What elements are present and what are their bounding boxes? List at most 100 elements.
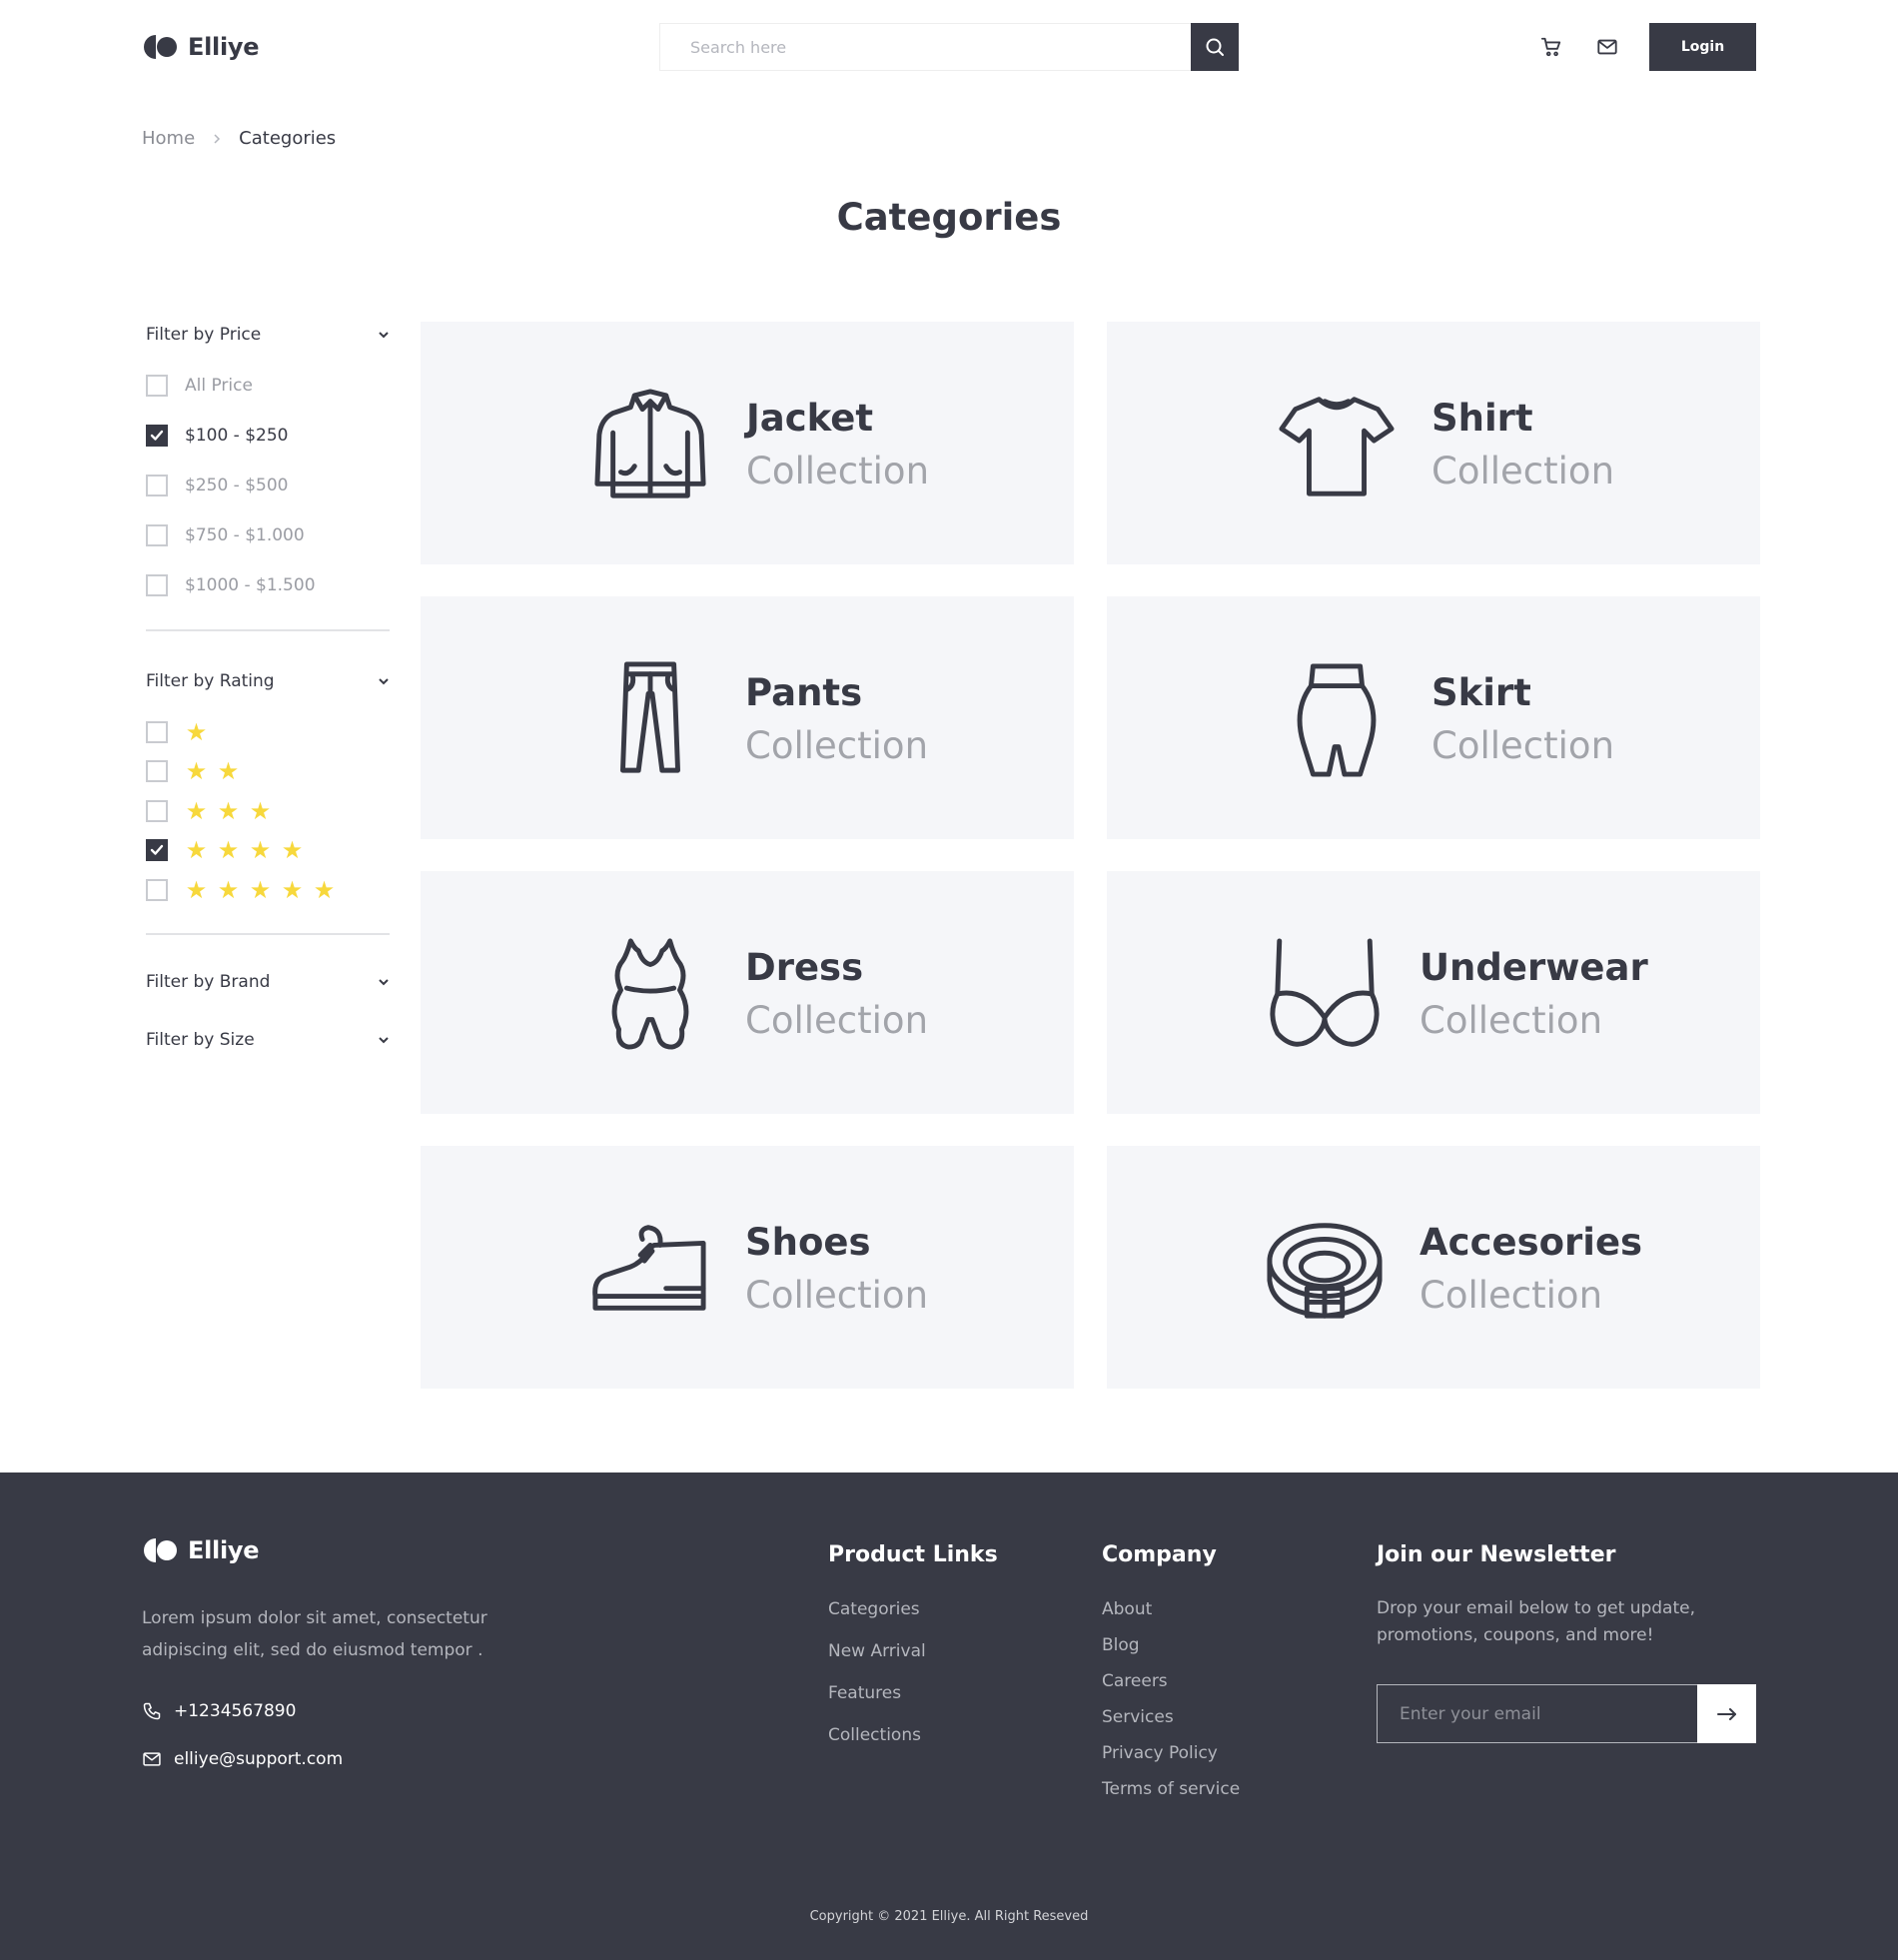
category-card-underwear[interactable]: Underwear Collection <box>1107 871 1760 1114</box>
check-icon <box>150 845 164 855</box>
star-icon: ★ <box>313 875 336 904</box>
checkbox[interactable] <box>146 524 168 546</box>
star-icon: ★ <box>185 836 208 865</box>
breadcrumb-home[interactable]: Home <box>142 128 195 149</box>
brand-name: Elliye <box>188 33 260 61</box>
category-text: Accesories Collection <box>1420 1218 1642 1324</box>
star-rating: ★ <box>185 720 208 744</box>
search-button[interactable] <box>1191 23 1239 71</box>
login-button[interactable]: Login <box>1649 23 1756 71</box>
footer-phone[interactable]: +1234567890 <box>142 1701 296 1721</box>
checkbox-checked[interactable] <box>146 839 168 862</box>
checkbox[interactable] <box>146 375 168 397</box>
category-name: Dress <box>745 946 864 989</box>
category-name: Accesories <box>1420 1221 1643 1264</box>
copyright: Copyright © 2021 Elliye. All Right Resev… <box>809 1909 1089 1924</box>
filter-brand-toggle[interactable]: Filter by Brand <box>146 965 390 999</box>
filter-price-toggle[interactable]: Filter by Price <box>146 318 390 352</box>
filter-size-toggle[interactable]: Filter by Size <box>146 1023 390 1057</box>
footer-link[interactable]: Blog <box>1102 1635 1240 1655</box>
category-card-dress[interactable]: Dress Collection <box>421 871 1074 1114</box>
search-input[interactable] <box>660 24 1191 70</box>
star-icon: ★ <box>249 875 272 904</box>
checkbox-checked[interactable] <box>146 425 168 447</box>
star-rating: ★ ★ ★ ★ ★ <box>185 878 336 902</box>
cart-button[interactable] <box>1539 35 1563 59</box>
newsletter-email-input[interactable] <box>1378 1685 1697 1742</box>
belt-icon <box>1265 1209 1385 1329</box>
newsletter-submit-button[interactable] <box>1697 1684 1756 1743</box>
category-sub: Collection <box>745 724 929 767</box>
footer-link[interactable]: About <box>1102 1599 1240 1619</box>
category-sub: Collection <box>746 450 930 492</box>
rating-option[interactable]: ★ <box>146 712 390 752</box>
category-text: Jacket Collection <box>746 394 929 499</box>
star-icon: ★ <box>185 757 208 786</box>
category-name: Pants <box>745 671 863 714</box>
category-card-accesories[interactable]: Accesories Collection <box>1107 1146 1760 1389</box>
category-name: Shoes <box>745 1221 871 1264</box>
footer: Elliye Lorem ipsum dolor sit amet, conse… <box>0 1472 1898 1960</box>
checkbox[interactable] <box>146 760 168 783</box>
category-card-pants[interactable]: Pants Collection <box>421 596 1074 839</box>
rating-option[interactable]: ★ ★ <box>146 752 390 792</box>
checkbox[interactable] <box>146 475 168 496</box>
price-option[interactable]: All Price <box>146 361 390 411</box>
checkbox[interactable] <box>146 574 168 596</box>
mail-button[interactable] <box>1595 35 1619 59</box>
product-links-list: Categories New Arrival Features Collections <box>828 1599 998 1745</box>
price-option[interactable]: $1000 - $1.500 <box>146 560 390 610</box>
phone-icon <box>143 1702 161 1720</box>
footer-email[interactable]: elliye@support.com <box>142 1749 343 1769</box>
footer-brand-logo[interactable]: Elliye <box>142 1536 260 1564</box>
checkbox[interactable] <box>146 720 168 743</box>
category-card-shoes[interactable]: Shoes Collection <box>421 1146 1074 1389</box>
company-title: Company <box>1102 1542 1217 1567</box>
checkbox[interactable] <box>146 878 168 901</box>
category-sub: Collection <box>1420 1274 1603 1317</box>
rating-option[interactable]: ★ ★ ★ <box>146 791 390 831</box>
category-name: Skirt <box>1431 671 1531 714</box>
mail-icon <box>143 1752 161 1766</box>
price-option[interactable]: $100 - $250 <box>146 411 390 461</box>
logo-icon <box>144 1538 177 1562</box>
rating-option[interactable]: ★ ★ ★ ★ <box>146 831 390 871</box>
footer-link[interactable]: Services <box>1102 1707 1240 1727</box>
category-sub: Collection <box>1431 724 1615 767</box>
footer-link[interactable]: Categories <box>828 1599 998 1619</box>
footer-link[interactable]: Features <box>828 1683 998 1703</box>
star-rating: ★ ★ <box>185 759 240 783</box>
newsletter-form <box>1377 1684 1756 1743</box>
brand-name: Elliye <box>188 1536 260 1564</box>
footer-link[interactable]: New Arrival <box>828 1641 998 1661</box>
category-name: Jacket <box>746 397 874 440</box>
footer-link[interactable]: Privacy Policy <box>1102 1743 1240 1763</box>
checkbox[interactable] <box>146 799 168 822</box>
chevron-right-icon <box>213 133 221 145</box>
pants-icon <box>590 659 710 779</box>
price-option[interactable]: $750 - $1.000 <box>146 510 390 560</box>
category-card-skirt[interactable]: Skirt Collection <box>1107 596 1760 839</box>
logo-icon <box>144 35 177 59</box>
brand-logo[interactable]: Elliye <box>142 32 260 62</box>
chevron-down-icon <box>379 332 389 339</box>
category-sub: Collection <box>1420 999 1603 1042</box>
rating-option[interactable]: ★ ★ ★ ★ ★ <box>146 870 390 910</box>
filter-rating-toggle[interactable]: Filter by Rating <box>146 664 390 698</box>
category-card-shirt[interactable]: Shirt Collection <box>1107 322 1760 564</box>
rating-options: ★ ★ ★ ★ ★ ★ ★ ★ ★ ★ ★ ★ ★ ★ ★ <box>146 712 390 910</box>
underwear-icon <box>1265 934 1385 1054</box>
newsletter-column: Join our Newsletter <box>1377 1540 1615 1570</box>
footer-link[interactable]: Collections <box>828 1725 998 1745</box>
cart-icon <box>1540 37 1561 57</box>
price-option-label: $250 - $500 <box>185 476 289 495</box>
price-option-label: All Price <box>185 376 253 396</box>
star-icon: ★ <box>185 875 208 904</box>
footer-link[interactable]: Careers <box>1102 1671 1240 1691</box>
price-option[interactable]: $250 - $500 <box>146 461 390 510</box>
star-icon: ★ <box>217 757 240 786</box>
category-card-jacket[interactable]: Jacket Collection <box>421 322 1074 564</box>
chevron-down-icon <box>379 978 389 985</box>
footer-link[interactable]: Terms of service <box>1102 1779 1240 1799</box>
arrow-right-icon <box>1716 1707 1736 1720</box>
